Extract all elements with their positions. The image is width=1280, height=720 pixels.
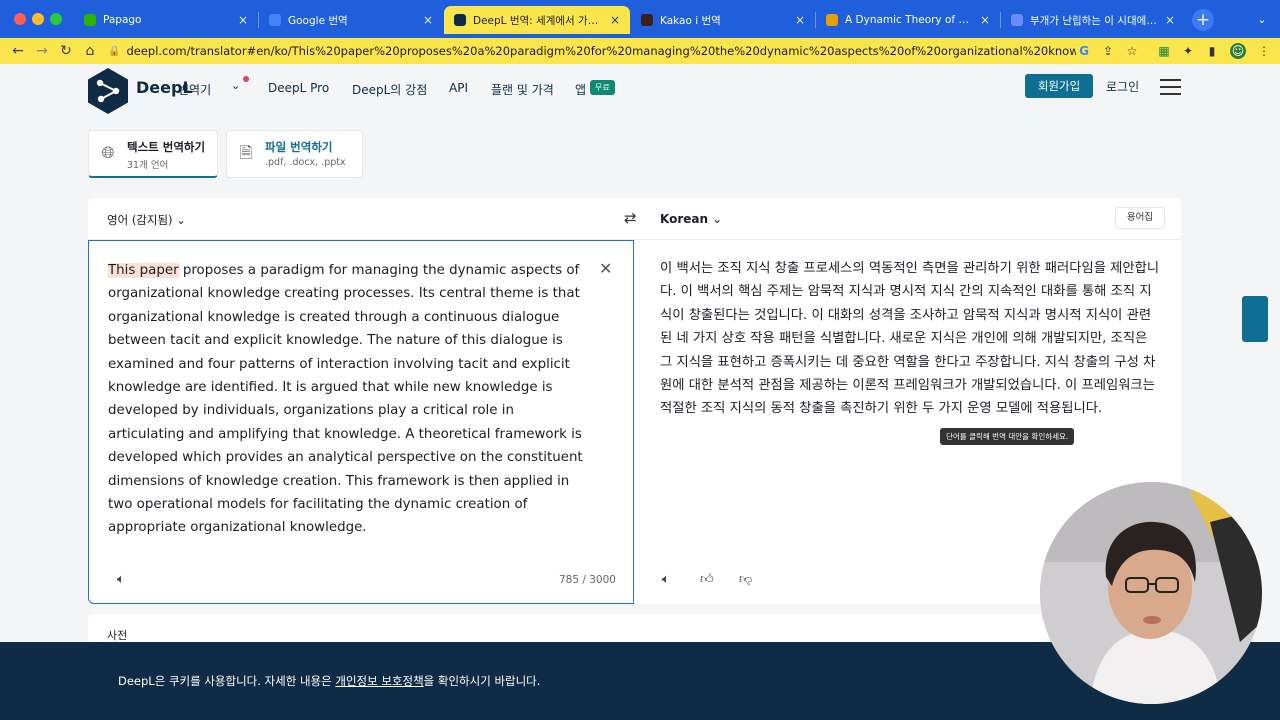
maximize-window-button[interactable]	[50, 13, 62, 25]
google-translate-favicon-icon	[269, 14, 281, 26]
papago-favicon-icon	[84, 14, 96, 26]
home-icon[interactable]: ⌂	[80, 41, 100, 61]
browser-tab-kakao-translate[interactable]: Kakao i 번역 ×	[631, 7, 815, 33]
nav-deepl-strengths[interactable]: DeepL의 강점	[352, 81, 427, 98]
tab-close-icon[interactable]: ×	[1165, 13, 1175, 27]
article-favicon-icon	[1011, 14, 1023, 26]
globe-icon: 🌐︎	[101, 143, 115, 162]
source-speaker-icon[interactable]: 🔈︎	[117, 572, 125, 587]
source-text-body: proposes a paradigm for managing the dyn…	[108, 263, 583, 536]
tab-translate-text[interactable]: 🌐︎ 텍스트 번역하기 31개 언어	[88, 130, 218, 178]
login-link[interactable]: 로그인	[1106, 78, 1139, 95]
privacy-policy-link[interactable]: 개인정보 보호정책	[335, 674, 423, 688]
translator-panel: 영어 (감지됨) ⌄ ⇄ Korean ⌄ 용어집 This paper pro…	[88, 198, 1181, 604]
nav-pricing[interactable]: 플랜 및 가격	[491, 81, 554, 98]
cookie-text-before: DeepL은 쿠키를 사용합니다. 자세한 내용은	[118, 674, 336, 688]
target-speaker-icon[interactable]: 🔈︎	[662, 572, 670, 587]
tab-close-icon[interactable]: ×	[423, 13, 433, 27]
glossary-button[interactable]: 용어집	[1115, 207, 1165, 229]
source-language-select[interactable]: 영어 (감지됨) ⌄	[107, 212, 186, 228]
paper-favicon-icon	[826, 14, 838, 26]
language-bar: 영어 (감지됨) ⌄ ⇄ Korean ⌄ 용어집	[88, 198, 1181, 240]
back-arrow-icon[interactable]: ←	[8, 41, 28, 61]
forward-arrow-icon[interactable]: →	[32, 41, 52, 61]
deepl-favicon-icon	[454, 14, 466, 26]
tab-translate-text-title: 텍스트 번역하기	[127, 140, 206, 154]
browser-tab-bar: Papago × Google 번역 × DeepL 번역: 세계에서 가장 정…	[0, 0, 1280, 38]
clear-text-icon[interactable]: ✕	[599, 259, 612, 278]
browser-tab-article[interactable]: 부개가 난립하는 이 시대에 신경 써야 ×	[1001, 7, 1185, 33]
extensions-puzzle-icon[interactable]: ✦	[1180, 43, 1196, 59]
swap-languages-icon[interactable]: ⇄	[624, 209, 637, 227]
new-tab-button[interactable]: +	[1192, 9, 1214, 31]
character-counter: 785 / 3000	[559, 574, 616, 586]
highlighted-phrase[interactable]: This paper	[108, 263, 179, 278]
chevron-down-icon: ⌄	[712, 212, 723, 226]
browser-tab-deepl[interactable]: DeepL 번역: 세계에서 가장 정확한 ×	[444, 6, 630, 34]
tab-close-icon[interactable]: ×	[238, 13, 248, 27]
source-language-label: 영어 (감지됨)	[107, 213, 173, 227]
extension-sheets-icon[interactable]: ▦	[1156, 43, 1172, 59]
source-text[interactable]: This paper proposes a paradigm for manag…	[108, 259, 588, 540]
side-panel-icon[interactable]: ▮	[1204, 43, 1220, 59]
tab-close-icon[interactable]: ×	[980, 13, 990, 27]
document-icon: 🗎	[239, 143, 253, 162]
notification-dot	[243, 76, 249, 82]
cookie-text: DeepL은 쿠키를 사용합니다. 자세한 내용은 개인정보 보호정책을 확인하…	[118, 673, 540, 689]
target-language-label: Korean	[660, 212, 709, 226]
thumbs-up-icon[interactable]: 👍︎	[700, 572, 714, 587]
google-lens-icon[interactable]: G	[1076, 43, 1092, 59]
browser-menu-icon[interactable]: ⋮	[1256, 43, 1272, 59]
tooltip: 단어를 클릭해 번역 대안을 확인하세요.	[940, 428, 1075, 445]
tab-translate-file[interactable]: 🗎 파일 번역하기 .pdf, .docx, .pptx	[226, 130, 363, 178]
tab-search-chevron-icon[interactable]: ⌄	[1252, 10, 1272, 30]
tab-translate-file-title: 파일 번역하기	[265, 140, 333, 154]
nav-api[interactable]: API	[449, 81, 468, 95]
chevron-down-icon: ⌄	[176, 213, 186, 227]
browser-tab-papago[interactable]: Papago ×	[74, 7, 258, 33]
dictionary-label[interactable]: 사전	[107, 627, 127, 643]
site-header: DeepL 번역기 ⌄ DeepL Pro DeepL의 강점 API 플랜 및…	[0, 64, 1280, 114]
webcam-person-image	[1040, 482, 1262, 704]
browser-toolbar: ← → ↻ ⌂ 🔒 deepl.com/translator#en/ko/Thi…	[0, 38, 1280, 64]
free-badge: 무료	[590, 80, 615, 95]
hamburger-menu-icon[interactable]	[1160, 79, 1181, 95]
source-textarea[interactable]: This paper proposes a paradigm for manag…	[88, 240, 634, 604]
address-bar[interactable]: 🔒 deepl.com/translator#en/ko/This%20pape…	[108, 40, 1146, 62]
deepl-page: DeepL 번역기 ⌄ DeepL Pro DeepL의 강점 API 플랜 및…	[0, 64, 1280, 720]
browser-tab-paper[interactable]: A Dynamic Theory of Organiz ×	[816, 7, 1000, 33]
bookmark-star-icon[interactable]: ☆	[1124, 43, 1140, 59]
nav-deepl-pro[interactable]: DeepL Pro	[268, 81, 329, 95]
deepl-logo-icon[interactable]	[86, 67, 130, 115]
address-url[interactable]: deepl.com/translator#en/ko/This%20paper%…	[126, 44, 1076, 58]
close-window-button[interactable]	[14, 13, 26, 25]
lock-icon: 🔒	[108, 45, 121, 57]
tab-translate-text-sub: 31개 언어	[127, 160, 169, 171]
cookie-text-after: 을 확인하시기 바랍니다.	[423, 674, 541, 688]
brand-subtitle[interactable]: 번역기	[178, 81, 211, 98]
target-language-select[interactable]: Korean ⌄	[660, 212, 722, 226]
tab-close-icon[interactable]: ×	[795, 13, 805, 27]
kakao-favicon-icon	[641, 14, 653, 26]
tab-close-icon[interactable]: ×	[610, 13, 620, 27]
share-icon[interactable]: ⇪	[1100, 43, 1116, 59]
chevron-down-icon[interactable]: ⌄	[231, 79, 240, 92]
signup-button[interactable]: 회원가입	[1025, 74, 1093, 98]
tab-translate-file-sub: .pdf, .docx, .pptx	[265, 157, 346, 168]
feedback-side-tab[interactable]	[1242, 296, 1268, 342]
browser-tab-google-translate[interactable]: Google 번역 ×	[259, 7, 443, 33]
thumbs-down-icon[interactable]: 👎︎	[739, 572, 752, 587]
target-text[interactable]: 이 백서는 조직 지식 창출 프로세스의 역동적인 측면을 관리하기 위한 패러…	[660, 257, 1160, 421]
webcam-overlay	[1040, 482, 1262, 704]
nav-apps[interactable]: 앱	[575, 81, 586, 98]
reload-icon[interactable]: ↻	[56, 41, 76, 61]
profile-avatar-icon[interactable]: ☺	[1230, 43, 1246, 59]
minimize-window-button[interactable]	[32, 13, 44, 25]
